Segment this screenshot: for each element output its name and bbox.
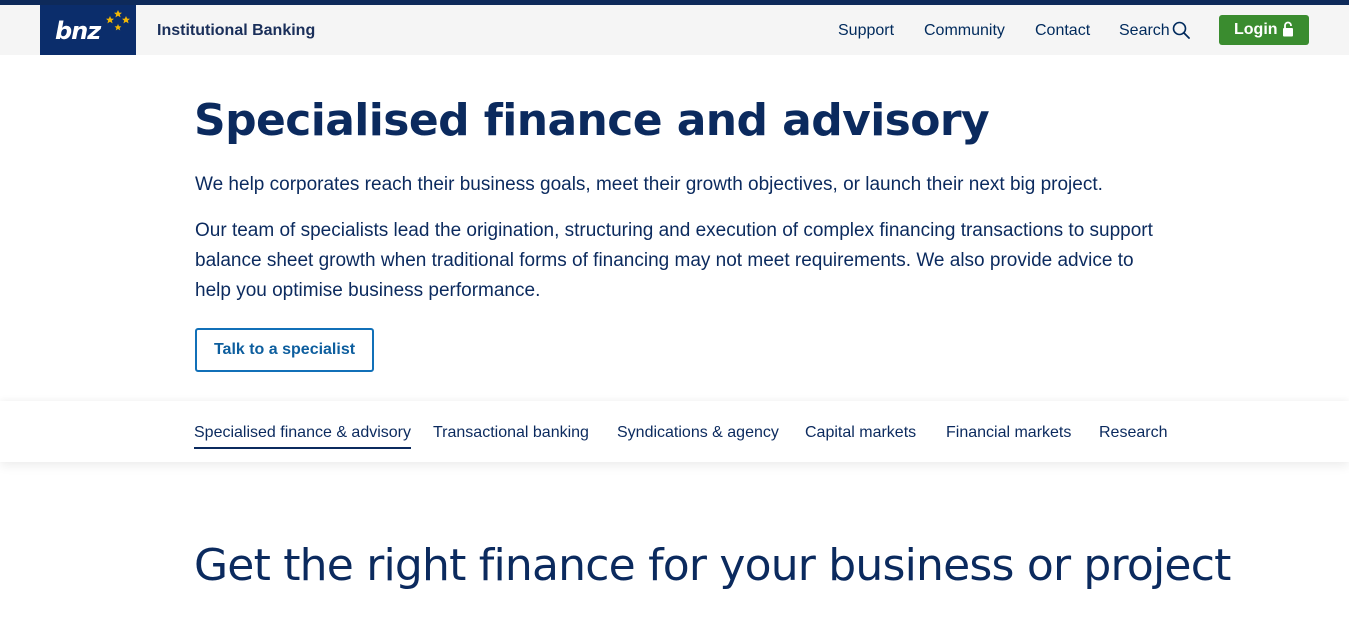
login-label: Login [1234, 21, 1278, 38]
nav-contact[interactable]: Contact [1035, 21, 1090, 41]
site-title[interactable]: Institutional Banking [157, 21, 315, 41]
lock-icon [1283, 21, 1293, 37]
subnav-item-specialised-finance[interactable]: Specialised finance & advisory [194, 423, 412, 449]
subnav-item-research[interactable]: Research [1099, 423, 1167, 443]
subnav-item-financial-markets[interactable]: Financial markets [946, 423, 1071, 443]
bnz-logo[interactable]: bnz [40, 5, 136, 55]
nav-search[interactable]: Search [1119, 21, 1170, 41]
talk-to-specialist-button[interactable]: Talk to a specialist [195, 328, 374, 372]
nav-community[interactable]: Community [924, 21, 1005, 41]
search-icon[interactable] [1172, 21, 1190, 39]
section-subnav: Specialised finance & advisory Transacti… [0, 401, 1349, 462]
subnav-item-syndications-agency[interactable]: Syndications & agency [617, 423, 779, 443]
subnav-item-transactional-banking[interactable]: Transactional banking [433, 423, 589, 443]
bnz-stars-icon [106, 10, 130, 31]
site-header: bnz Institutional Banking Support Commun… [0, 5, 1349, 55]
logo-text: bnz [55, 17, 101, 45]
page-title: Specialised finance and advisory [194, 95, 990, 146]
section-heading: Get the right finance for your business … [194, 540, 1231, 591]
hero-intro: We help corporates reach their business … [195, 174, 1103, 195]
login-button[interactable]: Login [1219, 15, 1309, 45]
subnav-item-capital-markets[interactable]: Capital markets [805, 423, 916, 443]
nav-support[interactable]: Support [838, 21, 894, 41]
hero-description: Our team of specialists lead the origina… [195, 220, 1153, 301]
